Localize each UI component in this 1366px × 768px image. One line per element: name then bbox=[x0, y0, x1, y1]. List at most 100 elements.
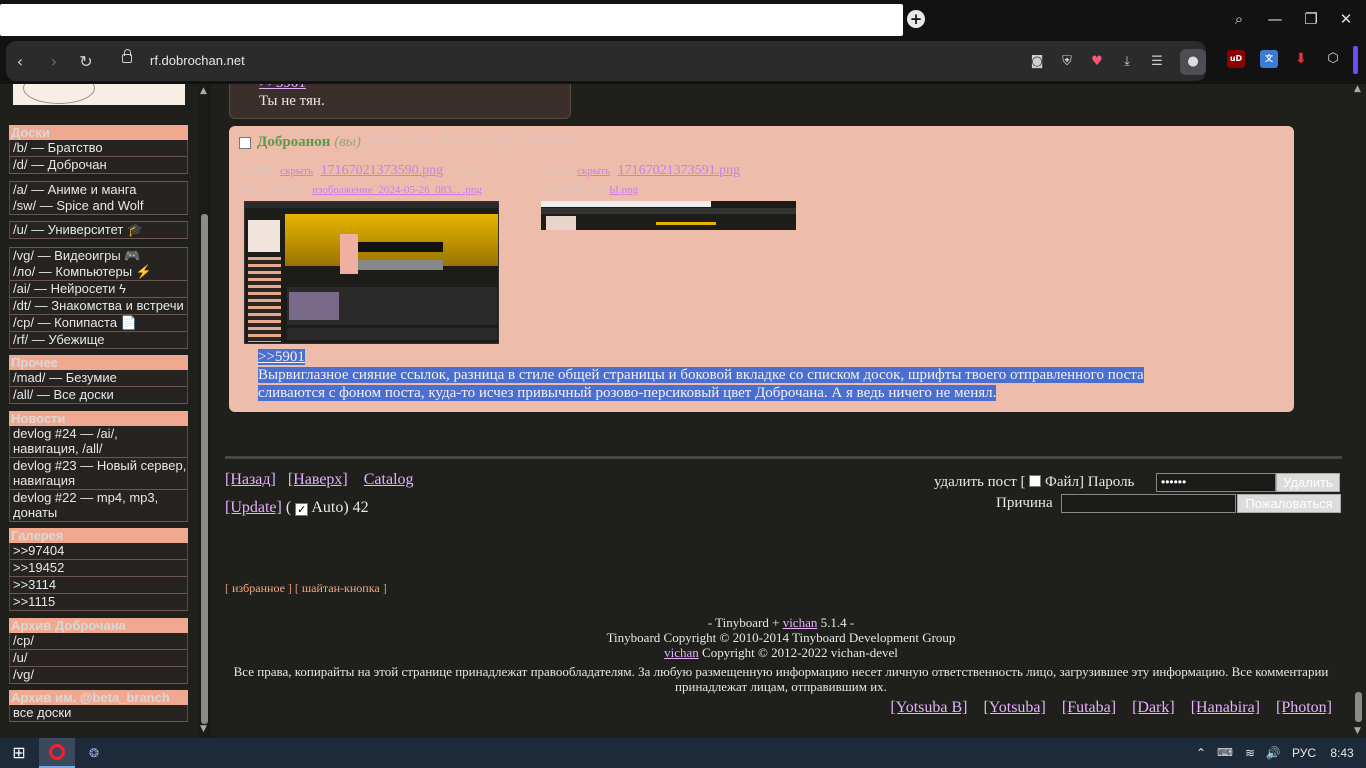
sidebar-item-archive-u[interactable]: /u/ bbox=[9, 650, 188, 667]
sidebar-heading-beta-archive: Архив им. @beta_branch bbox=[9, 690, 188, 705]
report-button[interactable]: Пожаловаться bbox=[1237, 494, 1341, 513]
download-extension-icon[interactable]: ⬇ bbox=[1292, 50, 1310, 68]
new-tab-icon[interactable]: + bbox=[907, 10, 925, 28]
tray-keyboard-icon[interactable]: ⌨ bbox=[1216, 742, 1234, 764]
sidebar-item-devlog-23[interactable]: devlog #23 — Новый сервер, навигация bbox=[9, 458, 188, 490]
style-hanabira[interactable]: [Hanabira] bbox=[1191, 699, 1260, 716]
easy-setup-icon[interactable]: ☰ bbox=[1148, 53, 1166, 71]
minimize-icon[interactable]: — bbox=[1263, 8, 1287, 30]
windows-start-icon[interactable]: ⊞ bbox=[8, 742, 30, 764]
vichan-link-2[interactable]: vichan bbox=[664, 645, 699, 660]
tracker-block-icon[interactable]: ⛨ bbox=[1058, 53, 1076, 71]
translate-extension-icon[interactable]: 文 bbox=[1260, 50, 1278, 68]
forward-icon[interactable]: › bbox=[44, 52, 64, 72]
scroll-down-icon[interactable]: ▼ bbox=[200, 724, 207, 734]
sidebar-item-gallery-2[interactable]: >>19452 bbox=[9, 560, 188, 577]
tray-chevron-icon[interactable]: ⌃ bbox=[1193, 742, 1209, 764]
reply-backlink[interactable]: >>5901 bbox=[259, 84, 306, 92]
auto-update-checkbox[interactable]: ✓ bbox=[295, 503, 309, 516]
post-backlink[interactable]: >>5901 bbox=[258, 349, 305, 365]
sidebar-item-devlog-24[interactable]: devlog #24 — /ai/, навигация, /all/ bbox=[9, 426, 188, 458]
sidebar-item-mad[interactable]: /mad/ — Безумие bbox=[9, 370, 188, 387]
thread-nav: [Назад] [Наверх] Catalog bbox=[225, 470, 414, 490]
top-link[interactable]: [Наверх] bbox=[288, 471, 348, 488]
sidebar-item-d[interactable]: /d/ — Доброчан bbox=[9, 157, 188, 174]
sidebar-item-lo[interactable]: /ло/ — Компьютеры ⚡ bbox=[9, 264, 188, 281]
camera-icon[interactable]: ◙ bbox=[1028, 53, 1046, 71]
style-photon[interactable]: [Photon] bbox=[1276, 699, 1332, 716]
heart-icon[interactable]: ♥ bbox=[1088, 53, 1106, 71]
file-link-2[interactable]: 17167021373591.png bbox=[618, 163, 741, 178]
tray-volume-icon[interactable]: 🔊 bbox=[1264, 742, 1282, 764]
sidebar-toggle-icon[interactable] bbox=[1353, 46, 1358, 74]
sidebar-scrollbar[interactable]: ▲ ▼ bbox=[199, 84, 211, 738]
download-icon[interactable]: ⤓ bbox=[1118, 53, 1136, 71]
close-window-icon[interactable]: ✕ bbox=[1334, 8, 1358, 30]
thumbnail-1[interactable] bbox=[244, 201, 499, 344]
reason-input[interactable] bbox=[1061, 494, 1236, 513]
style-dark[interactable]: [Dark] bbox=[1132, 699, 1175, 716]
delete-button[interactable]: Удалить bbox=[1276, 473, 1340, 492]
catalog-link[interactable]: Catalog bbox=[364, 471, 414, 488]
style-yotsuba-b[interactable]: [Yotsuba B] bbox=[890, 699, 967, 716]
sidebar-item-vg[interactable]: /vg/ — Видеоигры 🎮 bbox=[9, 247, 188, 265]
sidebar-item-rf[interactable]: /rf/ — Убежище bbox=[9, 332, 188, 349]
extensions-cube-icon[interactable]: ⬡ bbox=[1324, 50, 1342, 68]
scroll-up-icon[interactable]: ▲ bbox=[200, 86, 207, 96]
post-number[interactable]: No.5903 bbox=[523, 134, 575, 150]
url-field[interactable]: rf.dobrochan.net bbox=[150, 53, 245, 69]
password-input[interactable]: •••••• bbox=[1156, 473, 1276, 492]
reload-icon[interactable]: ↻ bbox=[76, 52, 96, 72]
restore-icon[interactable]: ❐ bbox=[1299, 8, 1323, 30]
sidebar-item-b[interactable]: /b/ — Братство bbox=[9, 140, 188, 157]
page-scroll-up-icon[interactable]: ▲ bbox=[1354, 84, 1361, 94]
sidebar-item-all[interactable]: /all/ — Все доски bbox=[9, 387, 188, 404]
delete-file-checkbox[interactable] bbox=[1029, 475, 1042, 487]
search-tabs-icon[interactable]: ⌕ bbox=[1227, 8, 1251, 30]
file-orig-name-2[interactable]: Ы.png bbox=[609, 184, 638, 196]
sidebar-scroll-thumb[interactable] bbox=[201, 214, 208, 724]
post-body: >>5901 Вырвиглазное сияние ссылок, разни… bbox=[258, 348, 1144, 402]
hide-file-link[interactable]: скрыть bbox=[577, 165, 610, 177]
sidebar-item-gallery-3[interactable]: >>3114 bbox=[9, 577, 188, 594]
file-meta: КБ, 1366x768, bbox=[243, 184, 309, 196]
file-orig-name-1[interactable]: изображение_2024-05-26_083... .png bbox=[312, 184, 482, 196]
page-scroll-down-icon[interactable]: ▼ bbox=[1354, 726, 1361, 736]
back-link[interactable]: [Назад] bbox=[225, 471, 276, 488]
sidebar-item-ai[interactable]: /ai/ — Нейросети ϟ bbox=[9, 281, 188, 298]
sidebar-item-archive-vg[interactable]: /vg/ bbox=[9, 667, 188, 684]
tray-language[interactable]: РУС bbox=[1289, 742, 1319, 764]
hide-file-link[interactable]: скрыть bbox=[280, 165, 313, 177]
page-scrollbar[interactable]: ▲ ▼ bbox=[1350, 84, 1366, 738]
style-yotsuba[interactable]: [Yotsuba] bbox=[983, 699, 1045, 716]
back-icon[interactable]: ‹ bbox=[10, 52, 30, 72]
shaitan-button-link[interactable]: шайтан-кнопка bbox=[302, 581, 380, 595]
favorites-link[interactable]: избранное bbox=[232, 581, 285, 595]
active-tab[interactable] bbox=[0, 4, 903, 36]
vichan-link[interactable]: vichan bbox=[783, 615, 818, 630]
sidebar-item-dt[interactable]: /dt/ — Знакомства и встречи bbox=[9, 298, 188, 315]
sidebar-item-a[interactable]: /a/ — Аниме и манга bbox=[9, 181, 188, 199]
sidebar-item-u[interactable]: /u/ — Университет 🎓 bbox=[9, 221, 188, 239]
lock-icon[interactable] bbox=[122, 49, 132, 63]
post-checkbox[interactable] bbox=[239, 135, 251, 153]
sidebar-item-gallery-4[interactable]: >>1115 bbox=[9, 594, 188, 611]
taskbar-opera-button[interactable] bbox=[39, 738, 75, 768]
tray-wifi-icon[interactable]: ≋ bbox=[1241, 742, 1259, 764]
delete-file-label: Файл] bbox=[1045, 474, 1085, 490]
thumbnail-2[interactable] bbox=[541, 201, 796, 230]
sidebar-item-devlog-22[interactable]: devlog #22 — mp4, mp3, донаты bbox=[9, 490, 188, 522]
page-scroll-thumb[interactable] bbox=[1355, 692, 1362, 722]
sidebar-item-archive-cp[interactable]: /cp/ bbox=[9, 633, 188, 650]
file-link-1[interactable]: 17167021373590.png bbox=[321, 163, 444, 178]
ublock-extension-icon[interactable]: uD bbox=[1227, 50, 1245, 68]
sidebar-item-sw[interactable]: /sw/ — Spice and Wolf bbox=[9, 198, 188, 215]
sidebar-item-cp[interactable]: /cp/ — Копипаста 📄 bbox=[9, 315, 188, 332]
sidebar-item-all-boards[interactable]: все доски bbox=[9, 705, 188, 722]
taskbar-app-icon[interactable]: ❂ bbox=[82, 742, 106, 764]
style-futaba[interactable]: [Futaba] bbox=[1062, 699, 1116, 716]
tray-clock[interactable]: 8:43 bbox=[1326, 742, 1358, 764]
sidebar-item-gallery-1[interactable]: >>97404 bbox=[9, 543, 188, 560]
profile-icon[interactable]: ● bbox=[1180, 49, 1206, 75]
update-link[interactable]: [Update] bbox=[225, 499, 282, 516]
